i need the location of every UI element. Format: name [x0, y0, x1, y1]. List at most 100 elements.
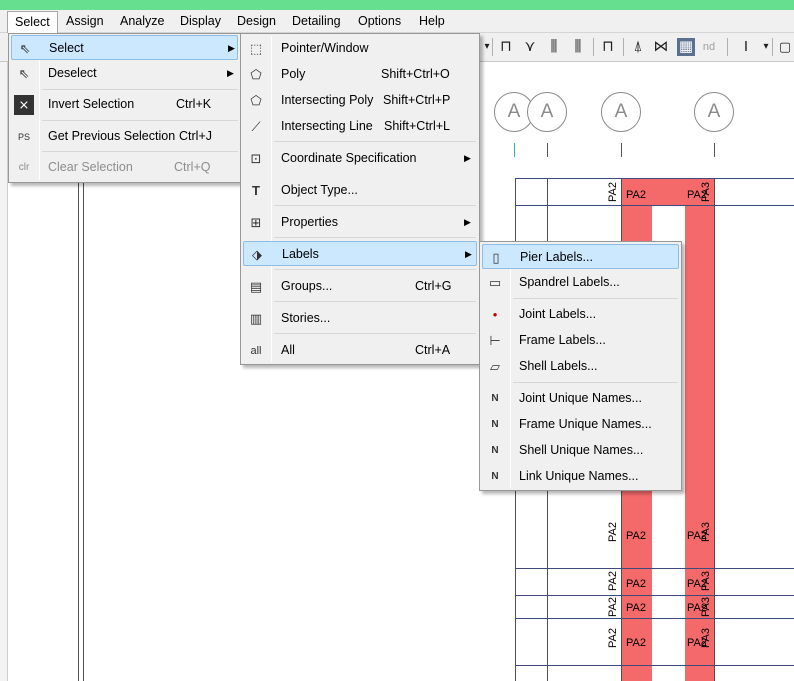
submenu-arrow-icon: ▶: [228, 43, 235, 53]
menu-item-stories[interactable]: ▥ Stories...: [243, 306, 477, 331]
menu-item-intersecting-poly[interactable]: ⬠ Intersecting Poly Shift+Ctrl+P: [243, 88, 477, 113]
menu-separator: [274, 205, 476, 206]
select-submenu: ⬚ Pointer/Window ⬠ Poly Shift+Ctrl+O ⬠ I…: [240, 33, 480, 365]
pier-label: PA2: [626, 602, 646, 614]
menu-item-frame-unique-names[interactable]: N Frame Unique Names...: [482, 412, 679, 437]
menu-separator: [42, 151, 238, 152]
menu-item-object-type[interactable]: T Object Type...: [243, 178, 477, 203]
pier-label: PA2: [626, 189, 646, 201]
toolbar-separator: [772, 38, 773, 56]
draw-point-icon[interactable]: ⍋: [629, 38, 647, 56]
menu-item-joint-unique-names[interactable]: N Joint Unique Names...: [482, 386, 679, 411]
menu-item-deselect[interactable]: ⇖ Deselect ▶: [11, 61, 238, 86]
menu-item-groups[interactable]: ▤ Groups... Ctrl+G: [243, 274, 477, 299]
pier-spandrel[interactable]: [652, 178, 685, 206]
poly-icon: ⬠: [250, 67, 262, 82]
grid-line: [714, 178, 715, 681]
menu-item-pointer-window[interactable]: ⬚ Pointer/Window: [243, 36, 477, 61]
nd-icon[interactable]: nd: [700, 38, 718, 56]
toolbar-box-icon[interactable]: ▢: [776, 38, 794, 56]
menu-item-all[interactable]: all All Ctrl+A: [243, 338, 477, 363]
pier-label: PA2: [626, 530, 646, 542]
menu-separator: [513, 382, 678, 383]
draw-area-icon[interactable]: ▦: [677, 38, 695, 56]
menu-separator: [274, 141, 476, 142]
menu-item-get-previous-selection[interactable]: PS Get Previous Selection Ctrl+J: [11, 124, 238, 149]
draw-link-icon[interactable]: ⋈: [652, 38, 670, 56]
title-bar-strip: [0, 0, 794, 10]
menu-item-joint-labels[interactable]: • Joint Labels...: [482, 302, 679, 327]
deselect-cursor-icon: ⇖: [18, 66, 30, 81]
menu-item-spandrel-labels[interactable]: ▭ Spandrel Labels...: [482, 270, 679, 295]
text-cursor-icon[interactable]: I: [737, 38, 755, 56]
submenu-arrow-icon: ▶: [464, 153, 471, 163]
menu-item-labels[interactable]: ⬗ Labels ▶: [243, 241, 477, 266]
pier-labels-icon: ▯: [492, 250, 500, 265]
select-cursor-icon: ⇖: [19, 41, 31, 56]
menu-select[interactable]: Select: [7, 11, 58, 34]
menu-item-poly[interactable]: ⬠ Poly Shift+Ctrl+O: [243, 62, 477, 87]
menu-item-link-unique-names[interactable]: N Link Unique Names...: [482, 464, 679, 489]
floor-line: [515, 568, 794, 569]
menu-item-select[interactable]: ⇖ Select ▶: [11, 35, 238, 60]
pier-label: PA2: [606, 571, 619, 591]
menu-item-shell-labels[interactable]: ▱ Shell Labels...: [482, 354, 679, 379]
menu-item-intersecting-line[interactable]: ⟋ Intersecting Line Shift+Ctrl+L: [243, 114, 477, 139]
select-menu: ⇖ Select ▶ ⇖ Deselect ▶ ⨯ Invert Selecti…: [8, 33, 241, 183]
menu-item-pier-labels[interactable]: ▯ Pier Labels...: [482, 244, 679, 269]
menu-assign[interactable]: Assign: [59, 11, 111, 32]
frame-unique-names-icon: N: [491, 419, 499, 430]
toolbar-separator: [727, 38, 728, 56]
stories-icon: ▥: [249, 311, 263, 326]
menu-item-invert-selection[interactable]: ⨯ Invert Selection Ctrl+K: [11, 92, 238, 117]
menu-item-properties[interactable]: ⊞ Properties ▶: [243, 210, 477, 235]
menu-item-frame-labels[interactable]: ⊢ Frame Labels...: [482, 328, 679, 353]
draw-beam-icon[interactable]: ⫼: [569, 38, 587, 56]
menu-separator: [42, 89, 238, 90]
draw-column-icon[interactable]: ⫼: [545, 38, 563, 56]
floor-line: [515, 618, 794, 619]
menu-item-shell-unique-names[interactable]: N Shell Unique Names...: [482, 438, 679, 463]
spandrel-labels-icon: ▭: [488, 275, 502, 290]
menu-design[interactable]: Design: [230, 11, 283, 32]
shell-labels-icon: ▱: [490, 359, 500, 374]
submenu-arrow-icon: ▶: [465, 249, 472, 259]
groups-icon: ▤: [249, 279, 263, 294]
pointer-window-icon: ⬚: [249, 41, 263, 56]
menu-separator: [274, 301, 476, 302]
grid-tick: [514, 143, 515, 157]
menu-help[interactable]: Help: [412, 11, 452, 32]
menu-separator: [274, 333, 476, 334]
draw-wall-icon[interactable]: ⊓: [599, 38, 617, 56]
all-icon: all: [250, 345, 262, 357]
shell-unique-names-icon: N: [491, 445, 499, 456]
toolbar-separator: [593, 38, 594, 56]
menu-display[interactable]: Display: [173, 11, 228, 32]
toolbar-separator: [623, 38, 624, 56]
floor-line: [515, 665, 794, 666]
menu-analyze[interactable]: Analyze: [113, 11, 171, 32]
menu-item-coordinate-specification[interactable]: ⊡ Coordinate Specification ▶: [243, 146, 477, 171]
draw-frame-icon[interactable]: ⊓: [497, 38, 515, 56]
pier-label: PA3: [699, 571, 712, 591]
pier-label: PA3: [699, 522, 712, 542]
pier-label: PA2: [606, 522, 619, 542]
pier-label: PA2: [606, 628, 619, 648]
menu-options[interactable]: Options: [351, 11, 408, 32]
menu-detailing[interactable]: Detailing: [285, 11, 348, 32]
grid-tick: [547, 143, 548, 157]
submenu-arrow-icon: ▶: [227, 68, 234, 78]
left-dock-edge: [0, 62, 8, 681]
pier-label: PA2: [626, 578, 646, 590]
link-unique-names-icon: N: [491, 471, 499, 482]
menu-separator: [274, 269, 476, 270]
floor-line: [515, 205, 794, 206]
draw-brace-icon[interactable]: ⋎: [521, 38, 539, 56]
toolbar-dropdown-icon[interactable]: ▾: [478, 38, 496, 56]
frame-labels-icon: ⊢: [489, 333, 501, 348]
grid-tick: [621, 143, 622, 157]
invert-selection-icon: ⨯: [14, 95, 34, 115]
menu-item-clear-selection[interactable]: clr Clear Selection Ctrl+Q: [11, 155, 238, 180]
pier-label: PA2: [606, 597, 619, 617]
menu-separator: [274, 237, 476, 238]
